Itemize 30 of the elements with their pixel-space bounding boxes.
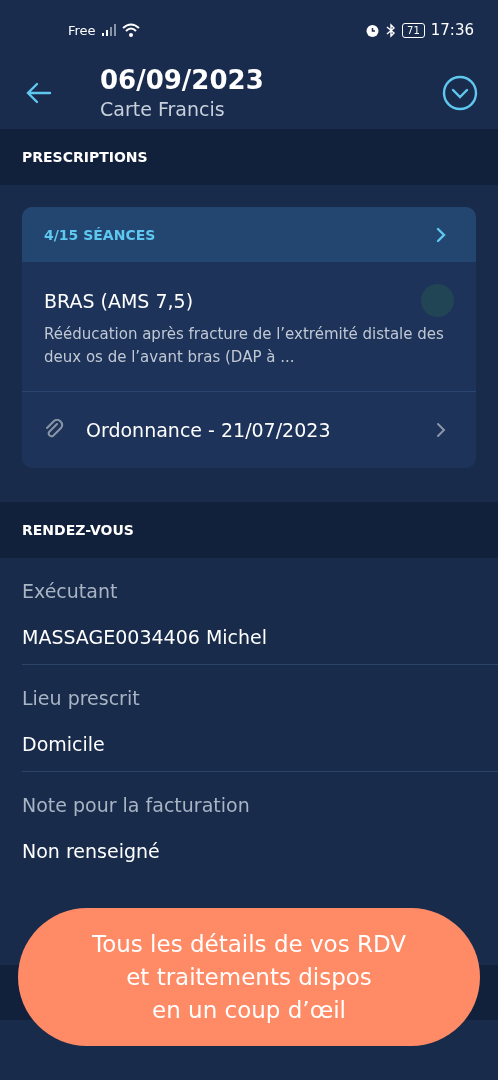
- back-arrow-icon[interactable]: [26, 82, 52, 104]
- field-value: MASSAGE0034406 Michel: [22, 626, 269, 648]
- field-value: Domicile: [22, 733, 106, 755]
- prescription-title: BRAS (AMS 7,5): [44, 289, 194, 312]
- field-value: Non renseigné: [22, 840, 161, 862]
- prescription-description: Rééducation après fracture de l’extrémité distale des deux os de l’avant bras (DAP à ...: [44, 324, 445, 368]
- field-label: Exécutant: [22, 580, 119, 602]
- promo-text: et traitements dispos: [126, 962, 372, 992]
- carrier-name: Free: [68, 22, 96, 38]
- sessions-count: 4/15 SÉANCES: [44, 226, 156, 243]
- document-name: Ordonnance - 21/07/2023: [86, 419, 332, 441]
- wifi-icon: [121, 23, 140, 37]
- chevron-right-icon: [436, 422, 446, 438]
- page-title: 06/09/2023: [100, 64, 265, 96]
- chevron-right-icon: [436, 226, 446, 243]
- signal-icon: [101, 24, 116, 36]
- page-subtitle: Carte Francis: [100, 97, 226, 122]
- bluetooth-icon: [386, 22, 397, 38]
- section-heading: RENDEZ-VOUS: [22, 522, 134, 538]
- document-row[interactable]: Ordonnance - 21/07/2023: [22, 392, 476, 468]
- chevron-down-circle-icon[interactable]: [442, 75, 478, 111]
- battery-icon: 71: [402, 22, 425, 38]
- field-label: Note pour la facturation: [22, 794, 251, 816]
- alarm-icon: [365, 22, 381, 38]
- promo-text: en un coup d’œil: [152, 995, 346, 1025]
- clock-time: 17:36: [430, 21, 474, 39]
- promo-text: Tous les détails de vos RDV: [92, 929, 406, 959]
- sessions-bar[interactable]: 4/15 SÉANCES: [22, 207, 476, 262]
- field-label: Lieu prescrit: [22, 687, 141, 709]
- section-heading: PRESCRIPTIONS: [22, 149, 148, 165]
